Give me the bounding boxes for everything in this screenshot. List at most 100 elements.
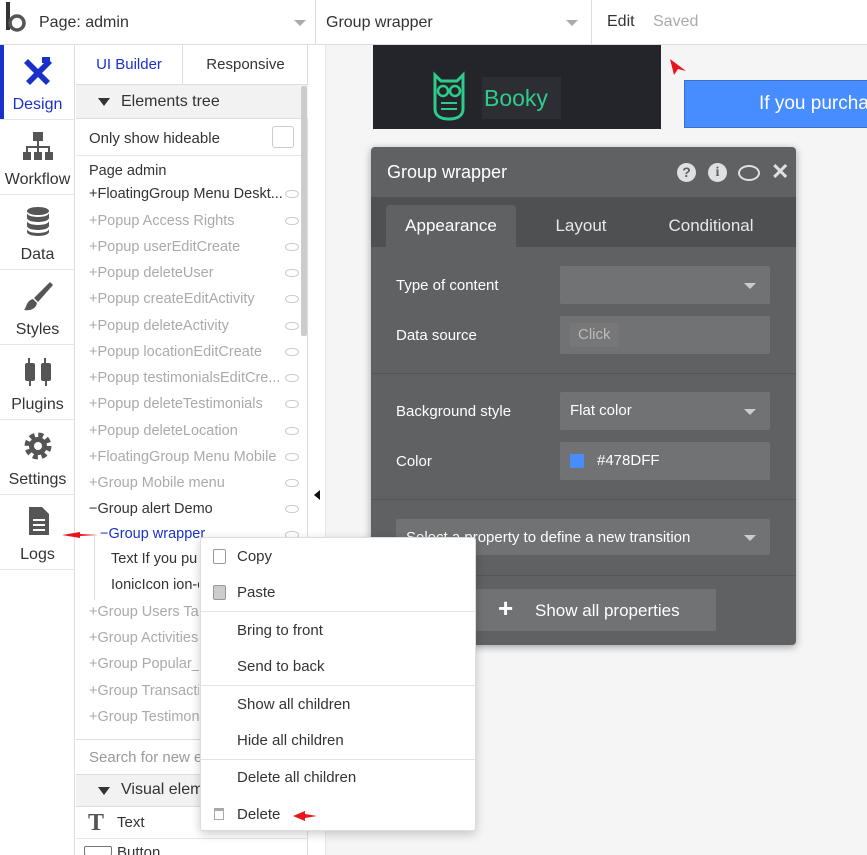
elements-tree-header[interactable]: Elements tree xyxy=(76,85,308,119)
visual-item-label: Text xyxy=(117,814,145,831)
data-source-label: Data source xyxy=(396,327,477,344)
nav-item-design[interactable]: Design xyxy=(0,45,75,120)
tree-item[interactable]: +Popup deleteTestimonials xyxy=(89,391,289,417)
tree-item[interactable]: +Popup userEditCreate xyxy=(89,234,289,260)
hide-all-children-menu-item[interactable]: Hide all children xyxy=(237,732,344,749)
only-hideable-label: Only show hideable xyxy=(89,130,220,147)
paste-menu-item[interactable]: Paste xyxy=(237,584,275,601)
color-value: #478DFF xyxy=(597,452,660,469)
top-bar: Page: admin Group wrapper Edit Saved xyxy=(0,0,867,45)
only-hideable-checkbox[interactable] xyxy=(272,126,294,148)
nav-item-styles[interactable]: Styles xyxy=(0,270,75,345)
type-of-content-select[interactable] xyxy=(560,266,770,304)
tab-appearance[interactable]: Appearance xyxy=(386,205,516,247)
tab-ui-builder[interactable]: UI Builder xyxy=(76,45,183,85)
send-to-back-menu-item[interactable]: Send to back xyxy=(237,658,325,675)
tree-item[interactable]: +Group Popular_lo xyxy=(89,651,199,677)
tree-item[interactable]: +Popup deleteUser xyxy=(89,260,289,286)
saved-status: Saved xyxy=(653,13,699,30)
tree-item[interactable]: −Group alert Demo xyxy=(89,496,289,522)
page-select[interactable]: Page: admin xyxy=(30,0,316,45)
bubble-logo[interactable] xyxy=(0,0,30,45)
nav-item-workflow[interactable]: Workflow xyxy=(0,120,75,195)
eye-icon[interactable] xyxy=(285,374,299,382)
eye-icon[interactable] xyxy=(285,322,299,330)
brand-name: Booky xyxy=(482,77,561,119)
tree-item[interactable]: +Group Users Tab xyxy=(89,599,199,625)
tab-layout[interactable]: Layout xyxy=(531,205,631,247)
trash-icon xyxy=(214,808,224,820)
eye-icon[interactable] xyxy=(285,479,299,487)
page-select-value: Page: admin xyxy=(39,13,129,31)
delete-menu-item[interactable]: Delete xyxy=(237,806,280,823)
tree-item[interactable]: +Popup Access Rights xyxy=(89,208,289,234)
background-style-value: Flat color xyxy=(570,402,632,419)
chevron-down-icon xyxy=(566,20,578,26)
chevron-down-icon xyxy=(744,535,756,541)
brush-icon xyxy=(22,280,54,312)
eye-icon[interactable] xyxy=(285,217,299,225)
gear-icon xyxy=(22,430,54,462)
delete-all-children-menu-item[interactable]: Delete all children xyxy=(237,769,356,786)
app-header-preview: Booky xyxy=(373,45,661,129)
help-icon[interactable]: ? xyxy=(677,163,696,182)
tab-label: Conditional xyxy=(668,216,754,235)
eye-icon[interactable] xyxy=(285,400,299,408)
close-icon[interactable]: ✕ xyxy=(771,159,789,185)
tree-item[interactable]: +Popup deleteActivity xyxy=(89,313,289,339)
tree-item[interactable]: +Group Mobile menu xyxy=(89,470,289,496)
eye-icon[interactable] xyxy=(285,505,299,513)
tree-item[interactable]: +Popup locationEditCreate xyxy=(89,339,289,365)
nav-item-data[interactable]: Data xyxy=(0,195,75,270)
data-source-placeholder: Click xyxy=(570,323,619,347)
edit-label[interactable]: Edit xyxy=(607,13,635,31)
eye-icon[interactable] xyxy=(285,453,299,461)
tree-item[interactable]: +Popup deleteLocation xyxy=(89,418,289,444)
chevron-down-icon xyxy=(294,20,306,26)
tree-item[interactable]: +Group Testimonia xyxy=(89,704,199,730)
nav-item-plugins[interactable]: Plugins xyxy=(0,345,75,420)
triangle-down-icon xyxy=(98,98,110,106)
button-element-icon xyxy=(84,846,112,855)
copy-menu-item[interactable]: Copy xyxy=(237,548,272,565)
tree-item[interactable]: Text If you pu xyxy=(111,546,199,572)
data-source-field[interactable]: Click xyxy=(560,316,770,354)
eye-icon[interactable] xyxy=(285,243,299,251)
tree-item[interactable]: +FloatingGroup Menu Mobile xyxy=(89,444,289,470)
tab-conditional[interactable]: Conditional xyxy=(656,205,766,247)
eye-icon[interactable] xyxy=(285,295,299,303)
annotation-arrow xyxy=(291,809,319,828)
tree-item[interactable]: +Group Transactio xyxy=(89,678,199,704)
tree-item[interactable]: IonicIcon ion-c xyxy=(111,572,199,598)
visual-item-button[interactable]: Button xyxy=(76,840,308,855)
triangle-left-icon xyxy=(314,490,320,500)
chevron-down-icon xyxy=(744,283,756,289)
element-select-value: Group wrapper xyxy=(326,13,433,31)
show-all-properties-button[interactable]: + Show all properties xyxy=(476,589,716,631)
tree-item[interactable]: +Popup createEditActivity xyxy=(89,286,289,312)
tree-item[interactable]: +FloatingGroup Menu Deskt... xyxy=(89,181,289,207)
eye-icon[interactable] xyxy=(285,190,299,198)
tree-item-selected[interactable]: −Group wrapper xyxy=(100,521,210,547)
background-style-select[interactable]: Flat color xyxy=(560,392,770,430)
color-swatch xyxy=(570,454,584,468)
bring-to-front-menu-item[interactable]: Bring to front xyxy=(237,622,323,639)
element-select[interactable]: Group wrapper xyxy=(316,0,592,45)
comment-icon[interactable] xyxy=(738,165,760,181)
tree-item[interactable]: +Popup testimonialsEditCre... xyxy=(89,365,289,391)
nav-label: Logs xyxy=(20,546,55,563)
document-icon xyxy=(22,505,54,537)
nav-item-settings[interactable]: Settings xyxy=(0,420,75,495)
color-picker[interactable]: #478DFF xyxy=(560,442,770,480)
tree-scrollbar[interactable] xyxy=(301,86,307,336)
tree-item[interactable]: +Group Activities T xyxy=(89,625,199,651)
eye-icon[interactable] xyxy=(285,348,299,356)
tab-responsive[interactable]: Responsive xyxy=(183,45,308,85)
eye-icon[interactable] xyxy=(285,427,299,435)
eye-icon[interactable] xyxy=(285,269,299,277)
info-icon[interactable]: i xyxy=(708,163,727,182)
show-all-children-menu-item[interactable]: Show all children xyxy=(237,696,350,713)
alert-banner-preview[interactable]: If you purcha xyxy=(684,80,867,128)
nav-label: Settings xyxy=(8,471,67,488)
only-hideable-row: Only show hideable xyxy=(76,119,308,156)
